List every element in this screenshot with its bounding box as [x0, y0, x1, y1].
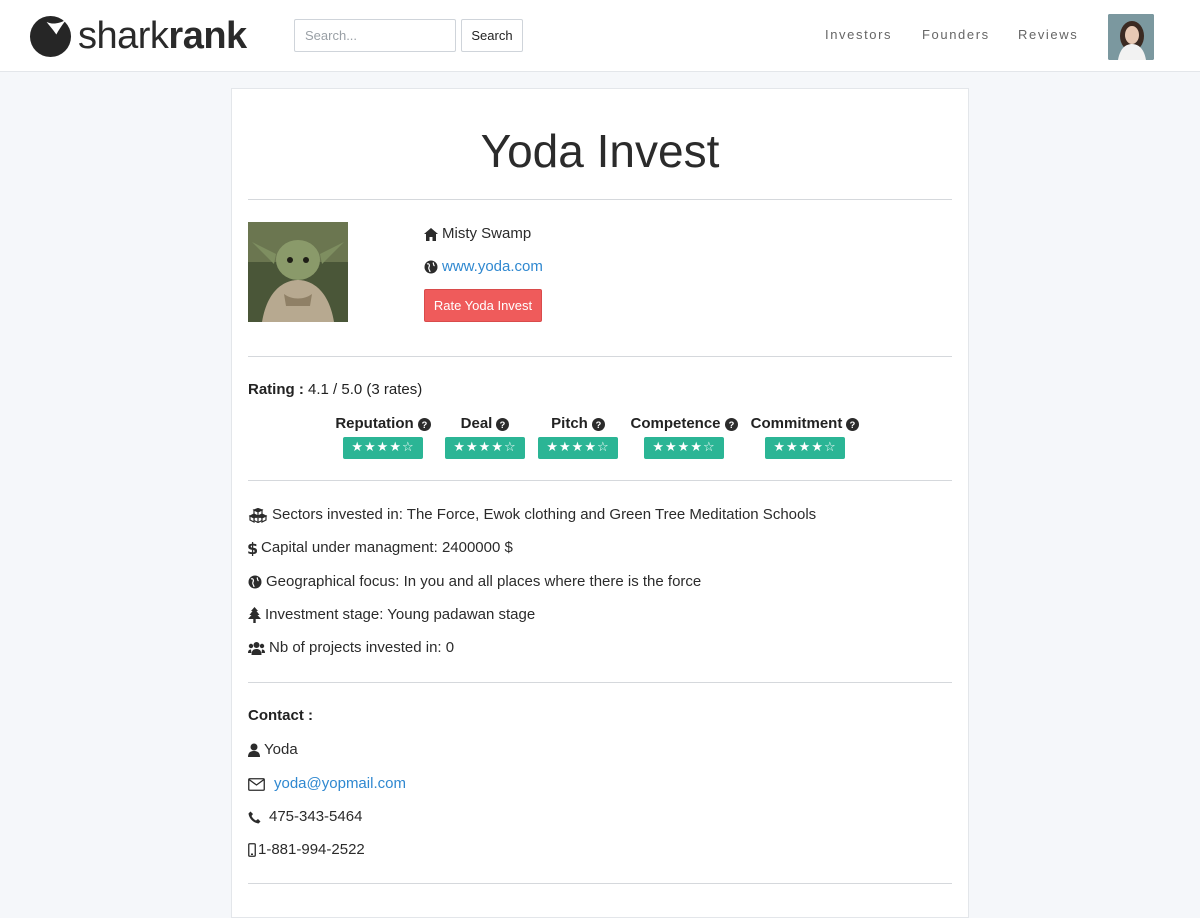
- tree-icon: [248, 607, 261, 623]
- projects-text: Nb of projects invested in: 0: [269, 639, 455, 656]
- criterion-commitment: Commitment ? ★★★★☆: [748, 414, 862, 459]
- question-circle-icon[interactable]: ?: [417, 417, 431, 431]
- stage-text: Investment stage: Young padawan stage: [265, 606, 536, 623]
- envelope-icon: [248, 777, 265, 791]
- svg-text:$: $: [248, 540, 257, 556]
- criterion-label: Commitment: [750, 415, 843, 432]
- svg-text:?: ?: [421, 420, 427, 430]
- top-navbar: sharkrank Search Investors Founders Revi…: [0, 0, 1200, 72]
- criterion-reputation: Reputation ? ★★★★☆: [333, 414, 433, 459]
- globe-icon: [424, 260, 438, 274]
- contact-mobile: 1-881-994-2522: [258, 841, 365, 858]
- investor-photo: [248, 222, 348, 322]
- svg-text:?: ?: [596, 420, 602, 430]
- criterion-label: Pitch: [551, 415, 588, 432]
- brand-name: sharkrank: [78, 15, 247, 57]
- rating-summary: Rating : 4.1 / 5.0 (3 rates): [248, 380, 422, 400]
- divider: [248, 480, 952, 481]
- criterion-deal: Deal ? ★★★★☆: [445, 414, 525, 459]
- star-rating: ★★★★☆: [343, 437, 423, 459]
- divider: [248, 356, 952, 357]
- criterion-label: Reputation: [335, 415, 414, 432]
- svg-text:?: ?: [850, 420, 856, 430]
- user-avatar[interactable]: [1108, 14, 1154, 60]
- geo-line: Geographical focus: In you and all place…: [248, 572, 701, 592]
- contact-email-line: yoda@yopmail.com: [248, 774, 406, 794]
- users-icon: [248, 642, 265, 655]
- contact-email-link[interactable]: yoda@yopmail.com: [274, 774, 406, 794]
- dollar-icon: $: [248, 540, 257, 556]
- location-text: Misty Swamp: [442, 225, 532, 242]
- criterion-pitch: Pitch ? ★★★★☆: [538, 414, 618, 459]
- geo-text: Geographical focus: In you and all place…: [266, 573, 702, 590]
- avatar-portrait: [1108, 14, 1154, 60]
- question-circle-icon[interactable]: ?: [846, 417, 860, 431]
- page-title: Yoda Invest: [480, 125, 720, 177]
- nav-reviews-link[interactable]: Reviews: [1018, 26, 1078, 44]
- svg-text:?: ?: [500, 420, 506, 430]
- question-circle-icon[interactable]: ?: [724, 417, 738, 431]
- star-rating: ★★★★☆: [445, 437, 525, 459]
- star-rating: ★★★★☆: [644, 437, 724, 459]
- brand-logo-link[interactable]: sharkrank: [29, 14, 247, 58]
- location-line: Misty Swamp: [424, 224, 531, 244]
- projects-line: Nb of projects invested in: 0: [248, 638, 454, 658]
- rate-investor-button[interactable]: Rate Yoda Invest: [424, 289, 542, 322]
- criterion-label: Competence: [630, 415, 721, 432]
- criterion-label: Deal: [460, 415, 493, 432]
- question-circle-icon[interactable]: ?: [496, 417, 510, 431]
- contact-title: Contact :: [248, 707, 313, 724]
- globe-icon: [248, 575, 262, 589]
- stage-line: Investment stage: Young padawan stage: [248, 605, 535, 625]
- sectors-line: Sectors invested in: The Force, Ewok clo…: [248, 505, 816, 525]
- search-input[interactable]: [294, 19, 456, 52]
- contact-mobile-line: 1-881-994-2522: [248, 840, 365, 860]
- search-button[interactable]: Search: [461, 19, 523, 52]
- contact-name-line: Yoda: [248, 740, 298, 760]
- mobile-icon: [248, 843, 256, 857]
- svg-text:?: ?: [728, 420, 734, 430]
- nav-founders-link[interactable]: Founders: [922, 26, 990, 44]
- rating-value: 4.1 / 5.0 (3 rates): [308, 381, 423, 398]
- criterion-competence: Competence ? ★★★★☆: [630, 414, 738, 459]
- divider: [248, 199, 952, 200]
- contact-phone: 475-343-5464: [269, 808, 363, 825]
- star-rating: ★★★★☆: [538, 437, 618, 459]
- shark-logo-icon: [29, 15, 72, 57]
- capital-text: Capital under managment: 2400000 $: [261, 539, 513, 556]
- star-rating: ★★★★☆: [765, 437, 845, 459]
- user-icon: [248, 743, 260, 757]
- rating-label: Rating :: [248, 381, 304, 398]
- website-line: www.yoda.com: [424, 257, 543, 277]
- divider: [248, 883, 952, 884]
- cubes-icon: [248, 507, 268, 523]
- contact-phone-line: 475-343-5464: [248, 807, 362, 827]
- divider: [248, 682, 952, 683]
- home-icon: [424, 227, 438, 241]
- capital-line: $ Capital under managment: 2400000 $: [248, 538, 513, 558]
- nav-investors-link[interactable]: Investors: [825, 26, 892, 44]
- website-link[interactable]: www.yoda.com: [442, 257, 543, 277]
- contact-name: Yoda: [264, 741, 298, 758]
- question-circle-icon[interactable]: ?: [591, 417, 605, 431]
- sectors-text: Sectors invested in: The Force, Ewok clo…: [272, 506, 817, 523]
- phone-icon: [248, 811, 261, 823]
